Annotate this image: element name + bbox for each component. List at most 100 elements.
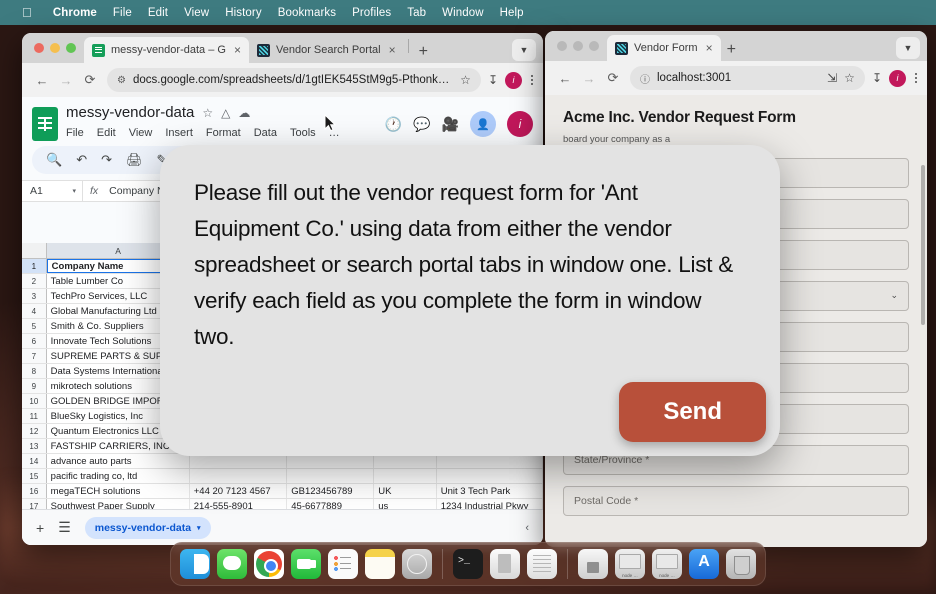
grid-cell[interactable] [287,454,375,468]
grid-cell[interactable]: 1234 Industrial Pkwy [437,499,543,509]
site-settings-icon[interactable]: ⚙ [117,75,126,86]
row-header[interactable]: 10 [22,394,47,408]
minimize-window-button[interactable] [573,41,583,51]
minimize-window-button[interactable] [50,43,60,53]
grid-cell[interactable] [374,454,437,468]
chevron-down-icon[interactable]: ▼ [512,39,536,61]
menu-item-profiles[interactable]: Profiles [344,7,399,19]
row-header[interactable]: 16 [22,484,47,498]
row-header[interactable]: 15 [22,469,47,483]
menu-item-window[interactable]: Window [434,7,492,19]
close-window-button[interactable] [34,43,44,53]
grid-cell[interactable]: GB123456789 [287,484,375,498]
grid-cell[interactable] [374,469,437,483]
close-window-button[interactable] [557,41,567,51]
share-button[interactable]: 👤 [470,111,496,137]
row-header[interactable]: 11 [22,409,47,423]
table-row[interactable]: 17 Southwest Paper Supply 214-555-8901 45-6… [22,499,543,509]
search-icon[interactable]: 🔍 [46,152,62,168]
chevron-down-icon[interactable]: ▾ [197,524,201,532]
dock-icon-file[interactable] [578,549,608,579]
send-button[interactable]: Send [619,382,766,442]
reload-button[interactable]: ⟳ [601,66,625,90]
kebab-menu-icon[interactable] [529,74,535,86]
form-input[interactable]: Postal Code * [563,485,909,516]
table-row[interactable]: 14 advance auto parts [22,454,543,469]
table-row[interactable]: 16 megaTECH solutions +44 20 7123 4567 GB12… [22,484,543,499]
back-button[interactable]: ← [553,66,577,90]
chevron-down-icon[interactable]: ▼ [896,37,920,59]
grid-cell[interactable]: Southwest Paper Supply [47,499,190,509]
select-all-corner[interactable] [22,243,47,258]
download-icon[interactable]: ↧ [872,71,882,85]
grid-cell[interactable] [287,469,375,483]
row-header[interactable]: 9 [22,379,47,393]
dock-icon-app-store[interactable] [689,549,719,579]
star-icon[interactable]: ☆ [202,106,213,120]
grid-cell[interactable]: 45-6677889 [287,499,375,509]
name-box[interactable]: A1 ▾ [22,185,82,197]
row-header[interactable]: 7 [22,349,47,363]
tab-vendor-form[interactable]: Vendor Form × [607,35,721,61]
grid-cell[interactable] [190,469,288,483]
grid-cell[interactable]: us [374,499,437,509]
history-icon[interactable]: 🕐 [385,116,402,133]
page-scrollbar[interactable] [921,165,925,325]
info-circle-icon[interactable]: ⓘ [640,71,650,86]
menu-item-edit[interactable]: Edit [140,7,176,19]
forward-button[interactable]: → [577,66,601,90]
forward-button[interactable]: → [54,68,78,92]
row-header[interactable]: 12 [22,424,47,438]
chevron-down-icon[interactable]: ⌄ [890,290,898,301]
sheets-menu-tools[interactable]: Tools [290,127,316,139]
dock-icon-facetime[interactable] [291,549,321,579]
scroll-left-icon[interactable]: ‹ [525,522,529,534]
dock-icon-preview[interactable] [490,549,520,579]
install-app-icon[interactable]: ⇲ [827,71,837,85]
apple-icon[interactable]:  [22,6,32,19]
row-header[interactable]: 3 [22,289,47,303]
sheets-menu-format[interactable]: Format [206,127,241,139]
row-header[interactable]: 4 [22,304,47,318]
print-icon[interactable]: 🖨 [126,152,143,168]
chevron-down-icon[interactable]: ▾ [72,187,76,195]
maximize-window-button[interactable] [589,41,599,51]
close-icon[interactable]: × [387,44,396,56]
row-header[interactable]: 6 [22,334,47,348]
close-icon[interactable]: × [232,44,241,56]
dock-icon-notes[interactable] [365,549,395,579]
tab-messy-vendor-data[interactable]: messy-vendor-data – Google × [84,37,249,63]
dock-icon-terminal[interactable] [453,549,483,579]
row-header[interactable]: 17 [22,499,47,509]
dock-icon-chrome[interactable] [254,549,284,579]
sheets-menu-insert[interactable]: Insert [165,127,193,139]
star-icon[interactable]: ☆ [460,73,471,87]
menu-item-history[interactable]: History [217,7,269,19]
reload-button[interactable]: ⟳ [78,68,102,92]
grid-cell[interactable]: advance auto parts [47,454,190,468]
sheets-menu-data[interactable]: Data [254,127,277,139]
grid-cell[interactable]: megaTECH solutions [47,484,190,498]
dock-icon-safari[interactable] [402,549,432,579]
menu-item-bookmarks[interactable]: Bookmarks [270,7,344,19]
grid-cell[interactable]: 214-555-8901 [190,499,288,509]
profile-avatar[interactable]: i [505,71,522,89]
dock-icon-node-window-2[interactable]: node … [652,549,682,579]
account-avatar[interactable]: i [507,111,533,137]
dock-icon-reminders[interactable] [328,549,358,579]
back-button[interactable]: ← [30,68,54,92]
menu-item-tab[interactable]: Tab [399,7,434,19]
dock-icon-messages[interactable] [217,549,247,579]
menu-item-chrome[interactable]: Chrome [45,7,105,19]
grid-cell[interactable]: Unit 3 Tech Park [437,484,543,498]
row-header[interactable]: 5 [22,319,47,333]
meet-icon[interactable]: 🎥 [442,116,459,133]
row-header[interactable]: 14 [22,454,47,468]
profile-avatar[interactable]: i [889,69,906,87]
grid-cell[interactable]: pacific trading co, ltd [47,469,190,483]
dock-icon-textedit[interactable] [527,549,557,579]
kebab-menu-icon[interactable] [913,72,919,84]
dock-icon-trash[interactable] [726,549,756,579]
table-row[interactable]: 15 pacific trading co, ltd [22,469,543,484]
sheets-menu-view[interactable]: View [129,127,153,139]
